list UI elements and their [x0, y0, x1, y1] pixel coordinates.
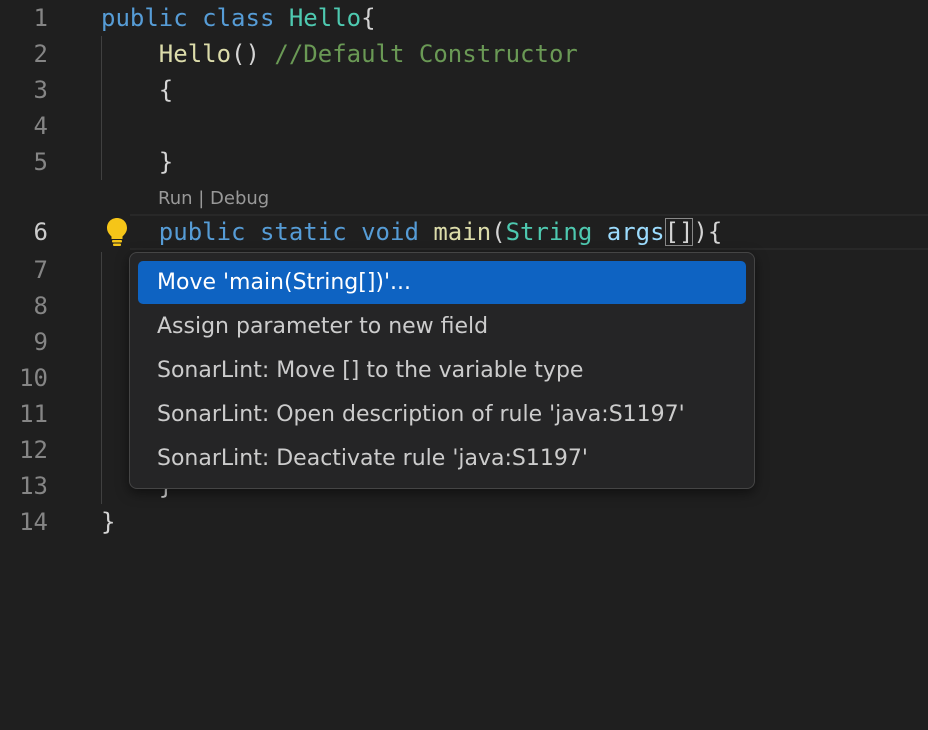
code-token: main: [433, 218, 492, 246]
code-token: []: [664, 218, 694, 246]
code-lens: Run | Debug: [158, 186, 269, 212]
line-number: 1: [33, 4, 48, 32]
quick-fix-menu-item[interactable]: Assign parameter to new field: [138, 305, 746, 348]
code-text: public static void main(String args[]){: [101, 214, 722, 250]
code-editor[interactable]: 1 public class Hello{2 Hello() //Default …: [0, 0, 928, 730]
line-number: 2: [33, 40, 48, 68]
line-number: 5: [33, 148, 48, 176]
line-number: 4: [33, 112, 48, 140]
line-number: 7: [33, 256, 48, 284]
quick-fix-menu-item[interactable]: SonarLint: Move [] to the variable type: [138, 349, 746, 392]
code-token: //Default Constructor: [274, 40, 578, 68]
code-lens-separator: |: [192, 188, 211, 209]
quick-fix-menu-item[interactable]: SonarLint: Deactivate rule 'java:S1197': [138, 437, 746, 480]
code-token: (: [491, 218, 506, 246]
line-number: 8: [33, 292, 48, 320]
line-number: 6: [33, 218, 48, 246]
code-token: args: [606, 218, 665, 246]
line-number: 12: [19, 436, 48, 464]
line-number: 11: [19, 400, 48, 428]
run-link[interactable]: Run: [158, 188, 193, 209]
line-number: 14: [19, 508, 48, 536]
line-number: 10: [19, 364, 48, 392]
code-text: }: [101, 144, 173, 180]
code-token: ){: [693, 218, 723, 246]
lightbulb-icon[interactable]: [106, 217, 128, 247]
code-text: Hello() //Default Constructor: [101, 36, 578, 72]
line-number: 3: [33, 76, 48, 104]
quick-fix-menu-item[interactable]: SonarLint: Open description of rule 'jav…: [138, 393, 746, 436]
code-token: Hello: [288, 4, 362, 32]
code-line[interactable]: 5 }: [0, 144, 928, 180]
code-token: {: [361, 4, 376, 32]
code-token: }: [101, 508, 116, 536]
code-line[interactable]: 4: [0, 108, 928, 144]
code-token: public: [101, 4, 203, 32]
code-token: class: [202, 4, 289, 32]
code-text: {: [101, 72, 173, 108]
code-line[interactable]: 3 {: [0, 72, 928, 108]
code-text: }: [101, 504, 115, 540]
code-line[interactable]: 14}: [0, 504, 928, 540]
code-token: Hello: [158, 40, 232, 68]
line-number: 9: [33, 328, 48, 356]
code-token: void: [361, 218, 434, 246]
line-number: 13: [19, 472, 48, 500]
code-token: String: [505, 218, 607, 246]
quick-fix-menu-item[interactable]: Move 'main(String[])'...: [138, 261, 746, 304]
code-token: }: [101, 148, 174, 176]
code-token: public: [158, 218, 260, 246]
code-line[interactable]: 6 public static void main(String args[])…: [0, 214, 928, 250]
code-token: {: [101, 76, 174, 104]
code-token: static: [259, 218, 362, 246]
code-line[interactable]: 1 public class Hello{: [0, 0, 928, 36]
quick-fix-menu: Move 'main(String[])'... Assign parameter…: [129, 252, 755, 489]
code-line[interactable]: 2 Hello() //Default Constructor: [0, 36, 928, 72]
code-token: (): [231, 40, 275, 68]
debug-link[interactable]: Debug: [210, 188, 269, 209]
code-text: public class Hello{: [101, 0, 376, 36]
